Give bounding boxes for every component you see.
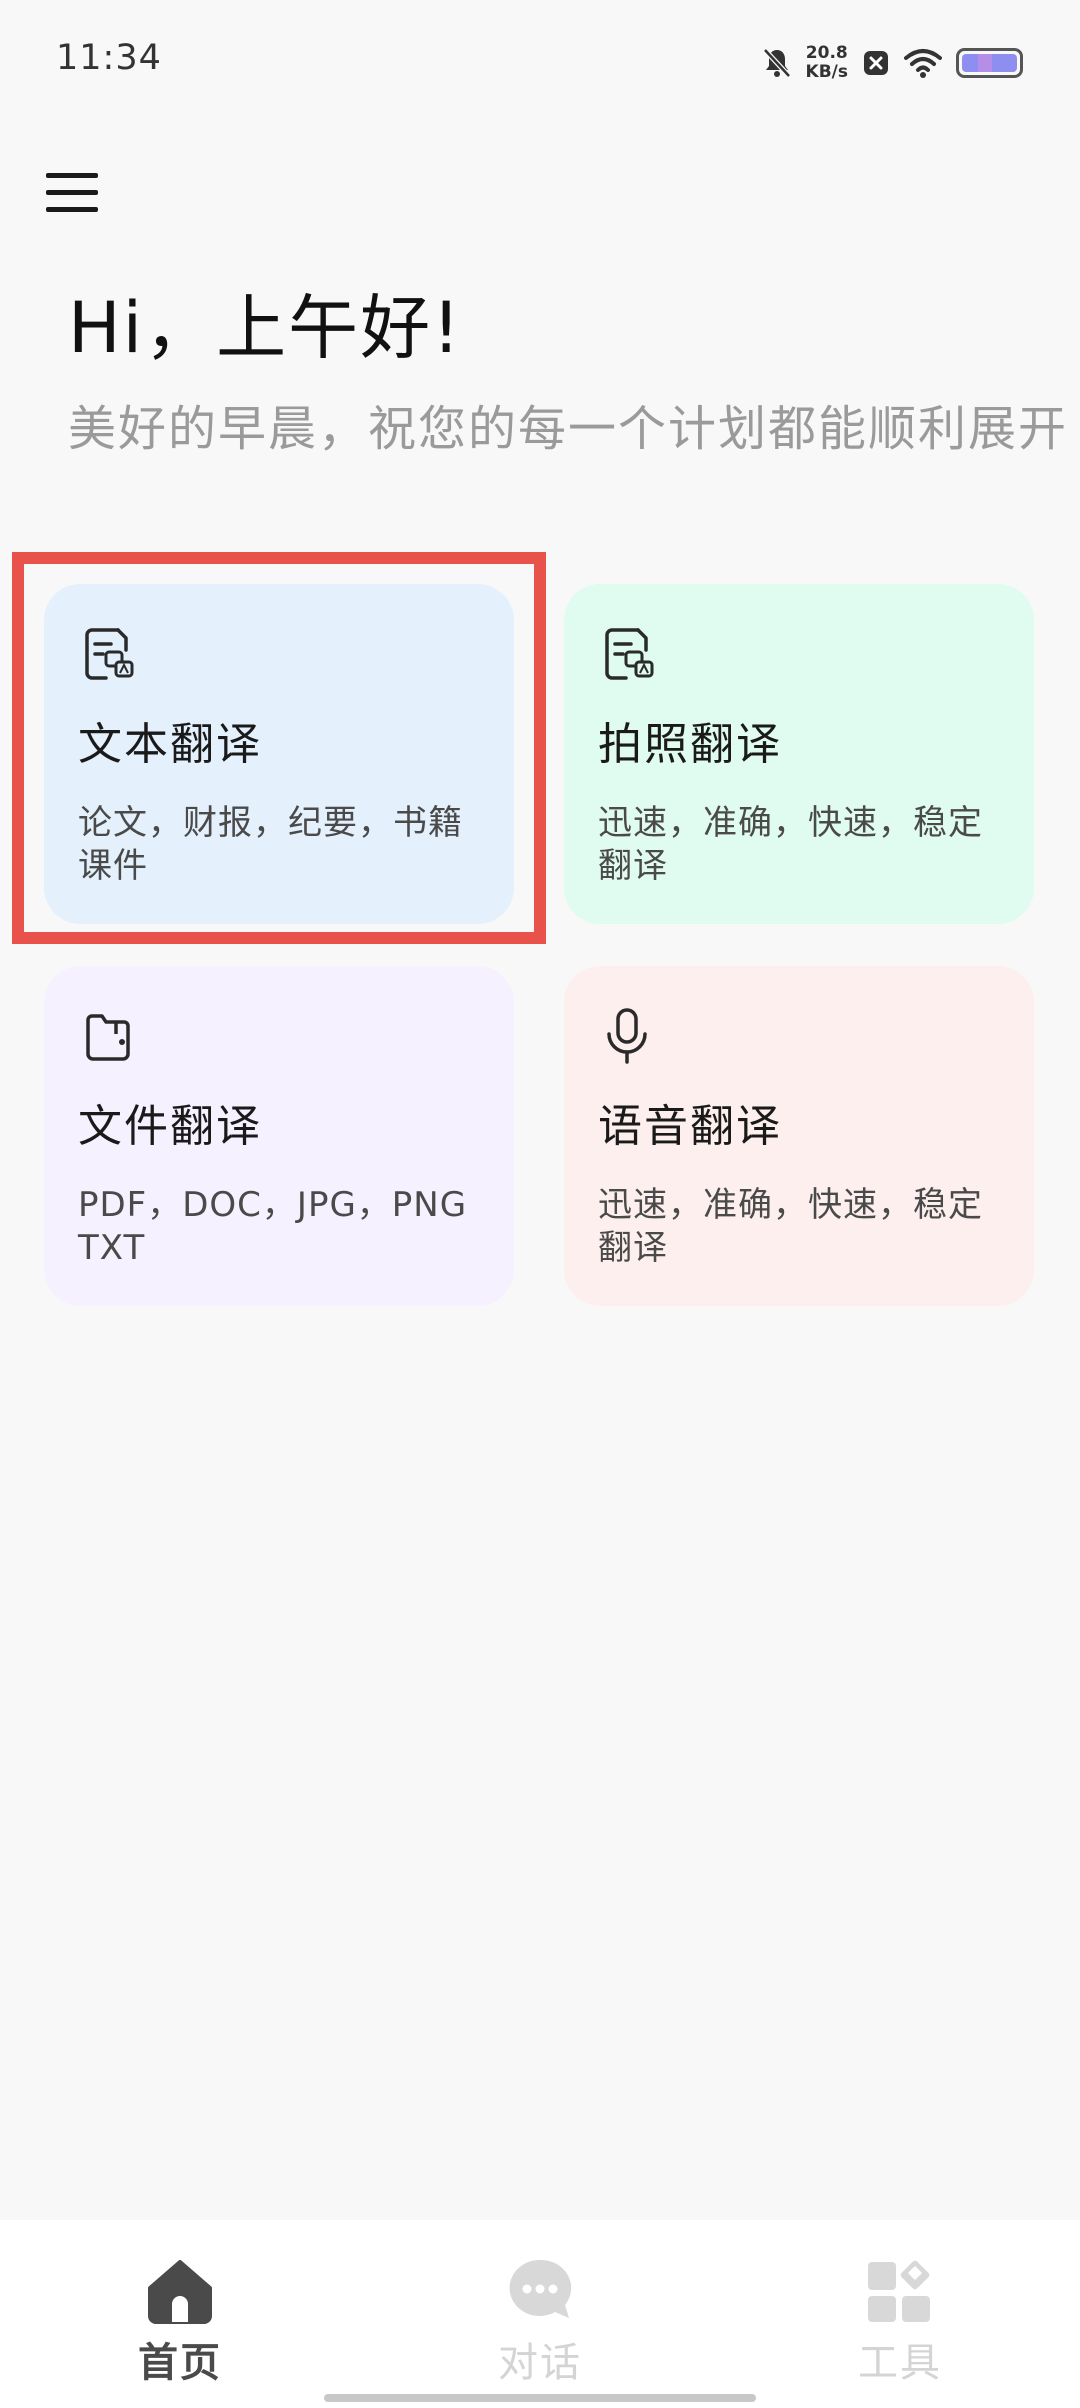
bell-muted-icon [762, 48, 791, 78]
menu-button[interactable] [40, 160, 104, 224]
photo-translate-card[interactable]: 拍照翻译 迅速，准确，快速，稳定 翻译 [564, 584, 1034, 924]
card-title: 语音翻译 [598, 1101, 782, 1152]
wifi-icon [904, 49, 942, 78]
card-description: 迅速，准确，快速，稳定 翻译 [598, 803, 983, 886]
document-translate-icon [605, 628, 654, 680]
nav-item-tools[interactable]: 工具 [820, 2254, 980, 2388]
nav-label: 对话 [498, 2340, 582, 2386]
nav-label: 首页 [138, 2340, 222, 2386]
battery-icon [956, 48, 1023, 78]
status-icons: 20.8 KB/s [762, 40, 1024, 86]
bottom-nav: 首页 对话 工具 [0, 2220, 1080, 2408]
card-title: 拍照翻译 [598, 719, 782, 770]
menu-icon-line [46, 172, 98, 178]
card-description: PDF，DOC，JPG，PNG TXT [78, 1185, 468, 1268]
home-indicator[interactable] [324, 2394, 756, 2402]
card-title: 文件翻译 [78, 1101, 262, 1152]
file-translate-card[interactable]: 文件翻译 PDF，DOC，JPG，PNG TXT [44, 966, 514, 1306]
home-icon [148, 2260, 212, 2324]
folder-icon [86, 1014, 130, 1061]
nav-item-home[interactable]: 首页 [100, 2254, 260, 2388]
status-bar: 11:34 20.8 KB/s [0, 0, 1080, 120]
greeting-subtitle: 美好的早晨，祝您的每一个计划都能顺利展开 [68, 401, 1069, 457]
greeting-title: Hi，上午好! [68, 287, 463, 369]
menu-icon-line [46, 189, 98, 195]
close-box-icon [864, 51, 888, 75]
nav-label: 工具 [858, 2340, 942, 2386]
chat-bubble-icon [509, 2259, 572, 2318]
card-description: 迅速，准确，快速，稳定 翻译 [598, 1185, 983, 1268]
menu-icon-line [46, 206, 98, 212]
tools-grid-icon [868, 2260, 930, 2322]
voice-translate-card[interactable]: 语音翻译 迅速，准确，快速，稳定 翻译 [564, 966, 1034, 1306]
net-speed-value: 20.8 [805, 43, 848, 63]
net-speed-unit: KB/s [805, 62, 848, 82]
highlight-box [12, 552, 546, 944]
status-time: 11:34 [56, 38, 162, 78]
nav-item-chat[interactable]: 对话 [460, 2254, 620, 2388]
net-speed: 20.8 KB/s [806, 44, 848, 82]
microphone-icon [607, 1008, 647, 1064]
